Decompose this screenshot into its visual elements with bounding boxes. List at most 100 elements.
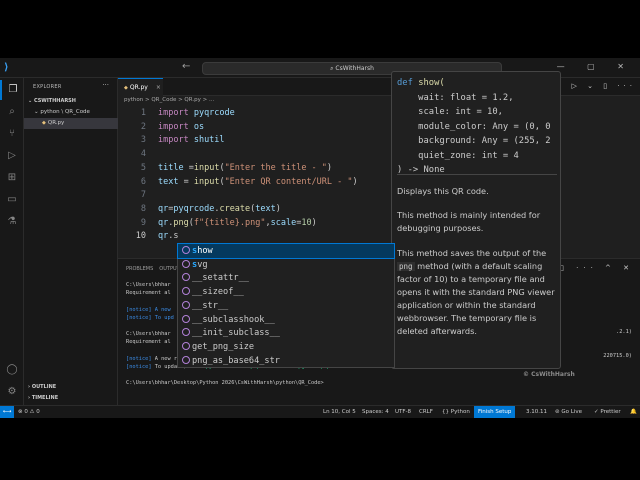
method-icon (182, 300, 190, 309)
method-icon (182, 273, 190, 282)
settings-gear-icon[interactable]: ⚙ (0, 382, 24, 402)
code-line[interactable]: 5 title =input("Enter the title - ") (118, 161, 398, 175)
terminal-line: Requirement al (126, 290, 171, 297)
suggestion-item[interactable]: show (177, 243, 395, 259)
timeline-section[interactable]: › TIMELINE (28, 395, 58, 401)
suggestion-label: __init_subclass__ (192, 328, 280, 339)
vscode-logo-icon: ⟩ (4, 62, 9, 73)
code-token: ) (275, 203, 281, 214)
eol-status[interactable]: CRLF (419, 406, 433, 418)
doc-paragraph: This method is mainly intended for debug… (397, 210, 541, 233)
suggestion-item[interactable]: svg (178, 258, 394, 272)
suggestion-item[interactable]: png_as_base64_str (178, 354, 394, 368)
python-file-icon: ◆ (42, 120, 46, 126)
problems-status[interactable]: ⊗ 0 ⚠ 0 (18, 406, 40, 418)
suggestion-item[interactable]: get_png_size (178, 340, 394, 354)
code-line[interactable]: 10 qr.s (118, 229, 398, 243)
suggestion-item[interactable]: __sizeof__ (178, 285, 394, 299)
code-token: scale (270, 217, 297, 228)
keyword: def (397, 78, 419, 88)
method-icon (182, 341, 190, 350)
terminal-text: 220715.0) (603, 353, 632, 359)
suggestion-item[interactable]: __subclasshook__ (178, 313, 394, 327)
suggestion-item[interactable]: __init_subclass__ (178, 326, 394, 340)
method-icon (182, 355, 190, 364)
code-token: import (158, 108, 194, 118)
method-icon (182, 328, 190, 337)
code-line[interactable]: 6 text = input("Enter QR content/URL - ") (118, 175, 398, 189)
terminal-line: Requirement al (126, 339, 171, 346)
indentation-status[interactable]: Spaces: 4 (362, 406, 389, 418)
notice-prefix: [notice] (126, 355, 152, 362)
code-line[interactable]: 1 import pyqrcode (118, 106, 398, 120)
explorer-sidebar: EXPLORER ··· ⌄ CSWITHHARSH ⌄ python \ QR… (24, 78, 118, 408)
code-token: title (158, 162, 184, 173)
code-line[interactable]: 3 import shutil (118, 133, 398, 147)
code-token: input (193, 176, 220, 187)
code-line[interactable]: 9 qr.png(f"{title}.png",scale=10) (118, 216, 398, 230)
signature-line: scale: int = 10, (397, 107, 503, 117)
editor-tabs: ◆ QR.py × ▷ ⌄ ▯ ··· (118, 78, 640, 96)
extensions-icon[interactable]: ⊞ (0, 168, 24, 188)
folder-python-qr-code[interactable]: ⌄ python \ QR_Code (34, 107, 90, 118)
run-debug-icon[interactable]: ▷ (0, 146, 24, 166)
terminal-prompt[interactable]: C:\Users\bhhar\Desktop\Python 2026\CsWit… (126, 379, 324, 387)
code-token: import (158, 135, 194, 146)
suggestion-list[interactable]: show svg __setattr__ __sizeof__ __str__ __sub… (177, 243, 395, 368)
line-number: 2 (140, 121, 146, 132)
suggestion-item[interactable]: __str__ (178, 299, 394, 313)
signature-line: ) -> None (397, 165, 445, 175)
code-line[interactable]: 2 import os (118, 120, 398, 134)
python-version[interactable]: 3.10.11 (526, 406, 547, 418)
function-name: show( (418, 78, 445, 88)
root-folder[interactable]: ⌄ CSWITHHARSH (28, 96, 76, 107)
signature-line: wait: float = 1.2, (397, 92, 514, 103)
file-qr-py[interactable]: ◆ QR.py (24, 118, 118, 129)
remote-explorer-icon[interactable]: ▭ (0, 190, 24, 210)
code-line[interactable]: 4 (118, 147, 398, 161)
line-number: 5 (140, 162, 146, 173)
explorer-icon[interactable]: ❐ (0, 80, 24, 100)
search-icon[interactable]: ⌕ (0, 102, 24, 122)
notifications-bell-icon[interactable]: 🔔 (630, 406, 637, 418)
divider (397, 174, 557, 175)
code-token: ) (326, 162, 333, 173)
code-line[interactable]: 8 qr=pyqrcode.create(text) (118, 202, 398, 216)
encoding-status[interactable]: UTF-8 (395, 406, 411, 418)
watermark: © CsWithHarsh (523, 371, 575, 378)
code-text: qr=pyqrcode.create(text) (158, 202, 281, 216)
method-icon (182, 246, 190, 254)
doc-paragraph: This method saves the output of the png … (397, 248, 555, 336)
code-token: shutil (193, 135, 225, 146)
suggestion-item[interactable]: __setattr__ (178, 271, 394, 285)
code-token: qr (158, 203, 169, 214)
finish-setup-button[interactable]: Finish Setup (474, 406, 516, 418)
testing-icon[interactable]: ⚗ (0, 212, 24, 232)
tab-qr-py[interactable]: ◆ QR.py × (118, 78, 163, 96)
code-token: text (255, 203, 276, 214)
code-text: text = input("Enter QR content/URL - ") (158, 175, 358, 189)
signature-line: background: Any = (255, 2 (397, 136, 551, 146)
account-icon[interactable]: ◯ (0, 360, 24, 380)
code-token: 10 (301, 217, 312, 228)
panel-tab[interactable]: PROBLEMS (126, 266, 153, 272)
more-actions-icon[interactable]: ··· (102, 81, 109, 89)
cursor-position[interactable]: Ln 10, Col 5 (323, 406, 356, 418)
terminal-text: .2.1) (616, 329, 632, 335)
code-line[interactable]: 7 (118, 188, 398, 202)
prettier-status[interactable]: ✓ Prettier (594, 406, 621, 418)
signature-line: def show( (397, 76, 551, 91)
terminal-line: C:\Users\bhhar (126, 331, 171, 338)
vscode-window: ⟩ ← → ⌕ CsWithHarsh — ▢ ✕ ❐ ⌕ ⑂ ▷ ⊞ ▭ ⚗ … (0, 58, 640, 418)
window-controls[interactable]: — ▢ ✕ (557, 62, 634, 71)
go-live-button[interactable]: ⊚ Go Live (555, 406, 582, 418)
editor-actions[interactable]: ▷ ⌄ ▯ ··· (572, 82, 636, 90)
source-control-icon[interactable]: ⑂ (0, 124, 24, 144)
breadcrumb[interactable]: python > QR_Code > QR.py > ... (124, 97, 214, 103)
close-icon[interactable]: × (156, 84, 161, 91)
remote-indicator-icon[interactable]: ⟷ (0, 406, 14, 418)
language-mode[interactable]: {} Python (442, 406, 470, 418)
outline-section[interactable]: › OUTLINE (28, 384, 56, 390)
code-text: qr.png(f"{title}.png",scale=10) (158, 216, 317, 230)
code-token: .s (168, 231, 179, 242)
